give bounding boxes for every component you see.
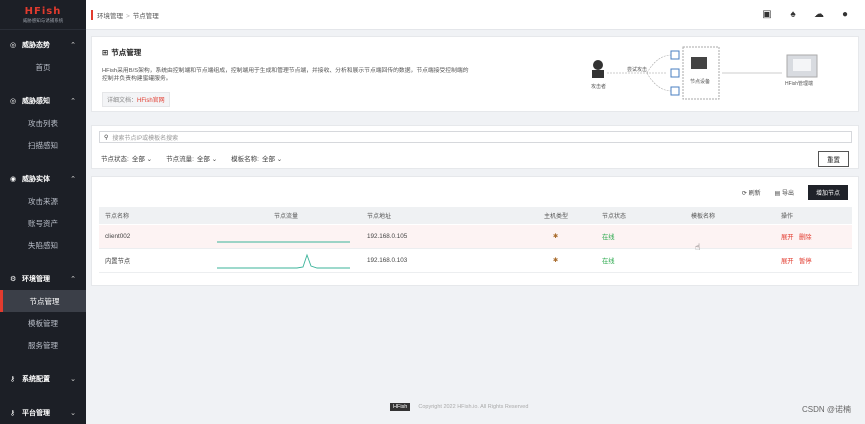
filter-bar: 节点状态: 全部 ⌄ 节点流量: 全部 ⌄ 模板名称: 全部 ⌄ (101, 153, 282, 163)
refresh-icon: ⟳ (741, 191, 747, 197)
watermark: CSDN @诺楠 (801, 405, 851, 414)
filter-node-status[interactable]: 节点状态: 全部 ⌄ (101, 153, 152, 163)
footer-brand: HFish (390, 403, 411, 411)
svg-text:攻击者: 攻击者 (591, 83, 606, 90)
settings-icon: ⚙ (10, 276, 17, 283)
chevron-up-icon: ⌃ (70, 176, 76, 183)
filter-template[interactable]: 模板名称: 全部 ⌄ (231, 153, 282, 163)
expand-link[interactable]: 展开 (781, 256, 794, 265)
logo: HFish 威胁感知与诱捕系统 (0, 0, 86, 30)
sidebar: HFish 威胁感知与诱捕系统 ◎ 威胁态势 ⌃ 首页 ◎ 威胁感知 ⌃ 攻击列表 扫描… (0, 0, 86, 424)
refresh-button[interactable]: ⟳ 刷新 (742, 188, 761, 197)
sidebar-item-node-mgmt[interactable]: 节点管理 (0, 290, 86, 312)
toolbar: ▣ ♠ ☁ ● (761, 9, 851, 20)
sidebar-section-threat-situation[interactable]: ◎ 威胁态势 ⌃ (0, 34, 86, 56)
intro-description: HFish采用B/S架构，系统由控制端和节点端组成，控制端用于生成和管理节点端，… (102, 68, 469, 82)
architecture-diagram: 攻击者 尝试攻击 节点设备 HFish管理端 (591, 46, 818, 100)
logo-subtitle: 威胁感知与诱捕系统 (22, 17, 64, 23)
chevron-down-icon: ⌄ (70, 410, 76, 417)
hand-cursor-icon: ☝ (695, 242, 701, 252)
breadcrumb: 环境管理 > 节点管理 (91, 9, 159, 20)
footer: HFish Copyright 2022 HFish.io. All Right… (390, 403, 528, 411)
traffic-sparkline (217, 253, 350, 269)
table-actions: ⟳ 刷新 ▤ 导出 增加节点 (742, 185, 848, 200)
node-device-icon (670, 46, 720, 100)
search-icon: ⚲ (104, 134, 109, 141)
reset-button[interactable]: 重置 (818, 151, 849, 167)
table-row[interactable]: 内置节点 192.168.0.103 ✱ 在线 展开 暂停 (99, 249, 852, 273)
radar-icon: ◎ (10, 98, 17, 105)
doc-link[interactable]: HFish官网 (137, 98, 165, 104)
topbar: 环境管理 > 节点管理 ▣ ♠ ☁ ● (86, 0, 865, 30)
target-icon: ◉ (10, 176, 17, 183)
sidebar-section-threat-entity[interactable]: ◉ 威胁实体 ⌃ (0, 168, 86, 190)
search-card: ⚲ 搜索节点IP或模板名搜索 节点状态: 全部 ⌄ 节点流量: 全部 ⌄ 模板名称: 全… (91, 125, 859, 169)
chevron-down-icon: ⌄ (70, 376, 76, 383)
node-table-card: ⟳ 刷新 ▤ 导出 增加节点 节点名称 节点流量 节点地址 主机类型 节点状态 … (91, 176, 859, 286)
sidebar-item-service-mgmt[interactable]: 服务管理 (0, 334, 86, 356)
expand-link[interactable]: 展开 (781, 232, 794, 241)
add-node-button[interactable]: 增加节点 (807, 185, 848, 200)
export-button[interactable]: ▤ 导出 (775, 188, 794, 197)
console-icon (786, 54, 818, 78)
key-icon: ⚷ (10, 410, 16, 417)
delete-link[interactable]: 删除 (799, 232, 812, 241)
export-icon: ▤ (774, 191, 781, 197)
sidebar-item-template-mgmt[interactable]: 模板管理 (0, 312, 86, 334)
chevron-up-icon: ⌃ (70, 42, 76, 49)
host-type-icon: ✱ (553, 257, 559, 264)
sidebar-section-platform[interactable]: ⚷ 平台管理 ⌄ (0, 402, 86, 424)
search-input[interactable]: ⚲ 搜索节点IP或模板名搜索 (99, 131, 852, 143)
network-icon: ⊞ (102, 48, 109, 57)
page-title: ⊞ 节点管理 (102, 48, 142, 57)
bell-icon[interactable]: ♠ (787, 9, 799, 20)
sidebar-item-attack-source[interactable]: 攻击来源 (0, 190, 86, 212)
table-row[interactable]: client002 192.168.0.105 ✱ 在线 展开 删除 (99, 225, 852, 249)
key-icon: ⚷ (10, 376, 16, 383)
doc-link-box: 详细文档：HFish官网 (102, 92, 170, 107)
filter-node-traffic[interactable]: 节点流量: 全部 ⌄ (166, 153, 217, 163)
footer-copyright: Copyright 2022 HFish.io. All Rights Rese… (418, 404, 529, 410)
sidebar-section-env[interactable]: ⚙ 环境管理 ⌃ (0, 268, 86, 290)
dashboard-icon: ◎ (10, 42, 17, 49)
sidebar-section-system-config[interactable]: ⚷ 系统配置 ⌄ (0, 368, 86, 390)
svg-text:节点设备: 节点设备 (690, 78, 710, 85)
chat-icon[interactable]: ☁ (813, 9, 825, 20)
chevron-up-icon: ⌃ (70, 98, 76, 105)
breadcrumb-env[interactable]: 环境管理 (97, 13, 123, 20)
host-type-icon: ✱ (553, 233, 559, 240)
chevron-up-icon: ⌃ (70, 276, 76, 283)
pause-link[interactable]: 暂停 (799, 256, 812, 265)
svg-text:尝试攻击: 尝试攻击 (627, 66, 647, 73)
sidebar-item-scan[interactable]: 扫描感知 (0, 134, 86, 156)
logo-title: HFish (24, 5, 62, 17)
sidebar-item-home[interactable]: 首页 (0, 56, 86, 78)
sidebar-section-threat-perception[interactable]: ◎ 威胁感知 ⌃ (0, 90, 86, 112)
sidebar-item-attack-list[interactable]: 攻击列表 (0, 112, 86, 134)
traffic-sparkline (217, 241, 350, 243)
svg-text:HFish管理端: HFish管理端 (785, 80, 813, 87)
intro-card: ⊞ 节点管理 HFish采用B/S架构，系统由控制端和节点端组成，控制端用于生成和… (91, 36, 859, 112)
book-icon[interactable]: ▣ (761, 9, 773, 20)
table-header: 节点名称 节点流量 节点地址 主机类型 节点状态 模板名称 操作 (99, 207, 852, 224)
breadcrumb-current: 节点管理 (132, 12, 159, 20)
attacker-icon (592, 60, 604, 78)
sidebar-item-account-assets[interactable]: 账号资产 (0, 212, 86, 234)
sidebar-item-compromised[interactable]: 失陷感知 (0, 234, 86, 256)
avatar-icon[interactable]: ● (839, 9, 851, 20)
